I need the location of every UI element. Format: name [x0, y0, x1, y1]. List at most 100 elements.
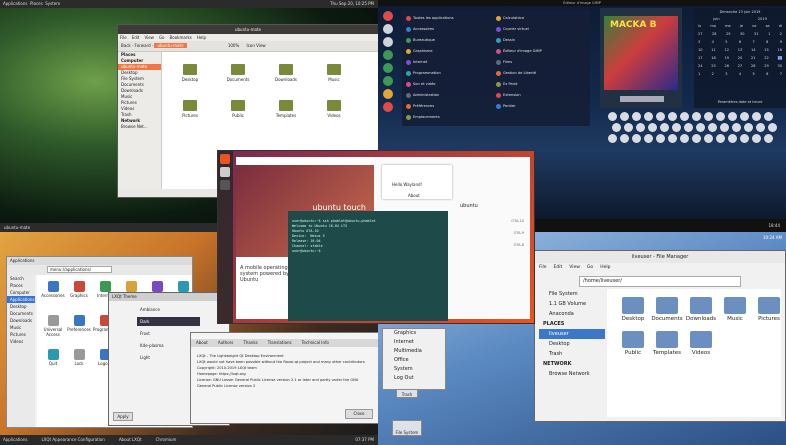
- calendar-year[interactable]: 2019: [758, 17, 767, 21]
- calendar-day[interactable]: 29: [726, 32, 730, 36]
- keyboard-key[interactable]: [740, 112, 749, 121]
- keyboard-key[interactable]: [620, 112, 629, 121]
- calendar-day[interactable]: 3: [698, 40, 700, 44]
- file-item[interactable]: Lock: [67, 349, 91, 366]
- player-controls[interactable]: [620, 96, 664, 102]
- menu-category[interactable]: Graphisme: [406, 47, 433, 55]
- dock-icon-settings[interactable]: [383, 24, 393, 34]
- keyboard-key[interactable]: [708, 123, 717, 132]
- menu-item-edit[interactable]: Edit: [554, 265, 563, 270]
- close-button[interactable]: Close: [345, 409, 373, 419]
- calendar-day[interactable]: 6: [739, 40, 741, 44]
- keyboard-key[interactable]: [728, 112, 737, 121]
- keyboard-key[interactable]: [620, 134, 629, 143]
- menu-item-file[interactable]: File: [120, 35, 127, 40]
- calendar-day[interactable]: 30: [740, 32, 744, 36]
- menu-item[interactable]: Log Out: [383, 374, 445, 383]
- menu-app[interactable]: Calculatrice: [496, 14, 524, 22]
- folder-icon[interactable]: Music: [320, 64, 348, 82]
- calendar-day[interactable]: 24: [698, 64, 702, 68]
- menu-item-help[interactable]: Help: [600, 265, 610, 270]
- calendar-day[interactable]: 2: [712, 72, 714, 76]
- menu-app[interactable]: Pontier: [496, 102, 516, 110]
- menu-item[interactable]: Multimedia: [383, 347, 445, 356]
- menu-item[interactable]: Internet: [383, 338, 445, 347]
- sidebar-item[interactable]: Downloads: [7, 317, 35, 324]
- panel-clock[interactable]: Thu Sep 20, 10:25 PM: [330, 0, 374, 8]
- menu-item-help[interactable]: Help: [197, 35, 206, 40]
- sidebar-item[interactable]: Pictures: [7, 331, 35, 338]
- folder-icon[interactable]: Desktop: [176, 64, 204, 82]
- sidebar-place[interactable]: liveuser: [539, 329, 605, 339]
- dock-icon-mail[interactable]: [383, 89, 393, 99]
- theme-item[interactable]: Dark: [137, 317, 200, 326]
- calendar-day[interactable]: 1: [768, 32, 770, 36]
- calendar-day[interactable]: 1: [698, 72, 700, 76]
- calendar-day[interactable]: 28: [712, 32, 716, 36]
- panel-task[interactable]: LXQt Appearance Configuration: [41, 437, 104, 442]
- calendar-day[interactable]: 7: [780, 72, 782, 76]
- menu-app[interactable]: Gestion de Liberté: [496, 69, 536, 77]
- calendar-day[interactable]: 3: [725, 72, 727, 76]
- menu-app[interactable]: Extension: [496, 91, 521, 99]
- keyboard-key[interactable]: [608, 112, 617, 121]
- keyboard-key[interactable]: [644, 112, 653, 121]
- calendar-day[interactable]: 5: [753, 72, 755, 76]
- keyboard-key[interactable]: [704, 112, 713, 121]
- folder-icon[interactable]: Videos: [320, 100, 348, 118]
- forward-button[interactable]: Forward: [135, 43, 151, 48]
- menu-item[interactable]: Office: [383, 356, 445, 365]
- view-mode-select[interactable]: Icon View: [247, 43, 266, 48]
- keyboard-key[interactable]: [612, 123, 621, 132]
- calendar-day[interactable]: 16: [778, 48, 782, 52]
- file-item[interactable]: Preferences: [67, 315, 91, 332]
- keyboard-key[interactable]: [644, 134, 653, 143]
- sidebar-item[interactable]: Desktop: [7, 303, 35, 310]
- keyboard-key[interactable]: [728, 134, 737, 143]
- menu-item-file[interactable]: File: [539, 265, 547, 270]
- calendar-day[interactable]: 23: [777, 56, 782, 60]
- keyboard-key[interactable]: [732, 123, 741, 132]
- calendar-day[interactable]: 27: [698, 32, 702, 36]
- calendar-day[interactable]: 22: [764, 56, 768, 60]
- sidebar-device[interactable]: 1.1 GB Volume: [539, 299, 605, 309]
- menu-item-edit[interactable]: Edit: [132, 35, 140, 40]
- dock-icon-record[interactable]: [383, 11, 393, 21]
- panel-task[interactable]: Chromium: [156, 437, 177, 442]
- file-item[interactable]: Accessories: [41, 281, 65, 298]
- keyboard-key[interactable]: [768, 123, 777, 132]
- keyboard-key[interactable]: [764, 134, 773, 143]
- keyboard-key[interactable]: [744, 123, 753, 132]
- keyboard-key[interactable]: [632, 134, 641, 143]
- menu-item-view[interactable]: View: [569, 265, 580, 270]
- keyboard-key[interactable]: [716, 134, 725, 143]
- tab-technical-info[interactable]: Technical Info: [297, 339, 334, 347]
- menu-category[interactable]: Préférences: [406, 102, 434, 110]
- folder-icon[interactable]: Pictures: [176, 100, 204, 118]
- folder-icon[interactable]: Public: [224, 100, 252, 118]
- sidebar-item[interactable]: Computer: [7, 289, 35, 296]
- keyboard-key[interactable]: [668, 112, 677, 121]
- sidebar-item[interactable]: Documents: [7, 310, 35, 317]
- sidebar-network[interactable]: Browse Network: [539, 369, 605, 379]
- sidebar-device[interactable]: File System: [539, 289, 605, 299]
- apply-button[interactable]: Apply: [113, 412, 133, 421]
- keyboard-key[interactable]: [624, 123, 633, 132]
- system-menu[interactable]: System: [45, 1, 60, 6]
- folder-icon[interactable]: Documents: [224, 64, 252, 82]
- sidebar-place[interactable]: Desktop: [539, 339, 605, 349]
- menu-item-go[interactable]: Go: [159, 35, 165, 40]
- keyboard-key[interactable]: [720, 123, 729, 132]
- menu-category[interactable]: Bureautique: [406, 36, 435, 44]
- keyboard-key[interactable]: [668, 134, 677, 143]
- location-path[interactable]: ubuntu-mate: [154, 43, 187, 48]
- menu-item-view[interactable]: View: [144, 35, 154, 40]
- calendar-day[interactable]: 13: [738, 48, 742, 52]
- calendar-day[interactable]: 25: [711, 64, 715, 68]
- calendar-day[interactable]: 8: [766, 40, 768, 44]
- keyboard-key[interactable]: [680, 134, 689, 143]
- panel-clock[interactable]: 07:37 PM: [355, 435, 374, 445]
- calendar-month[interactable]: juin: [713, 17, 719, 21]
- file-item[interactable]: Universal Access: [41, 315, 65, 337]
- menu-app[interactable]: Courier virtuel: [496, 25, 529, 33]
